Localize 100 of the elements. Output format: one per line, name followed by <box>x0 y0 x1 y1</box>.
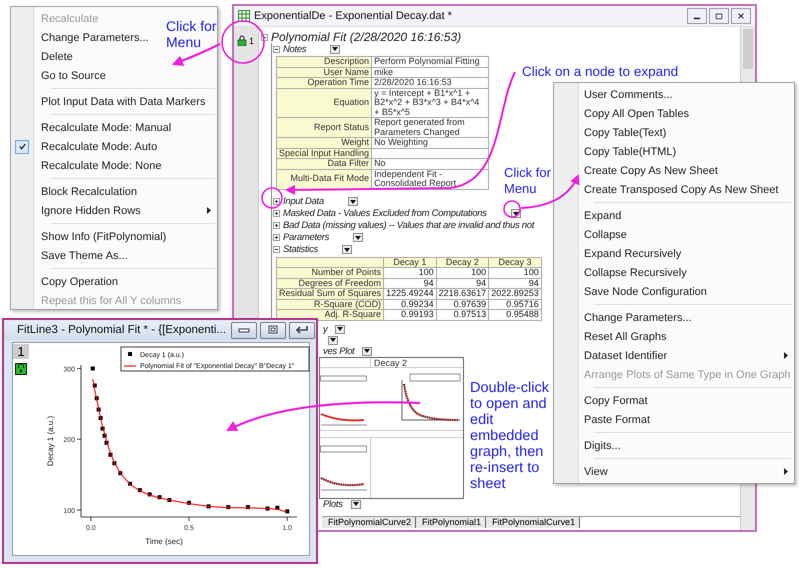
column-header: Decay 2 <box>370 358 463 368</box>
lock-icon <box>237 35 247 46</box>
column-header: Decay 1 <box>384 257 436 268</box>
expand-toggle[interactable] <box>273 234 280 241</box>
data-point <box>187 500 191 505</box>
close-button[interactable] <box>731 8 751 24</box>
menu-item[interactable]: Reset All Graphs <box>554 327 794 346</box>
row-label: Multi-Data Fit Mode <box>276 169 372 189</box>
node-label: Input Data <box>283 196 324 207</box>
menu-item[interactable]: Save Theme As... <box>11 246 132 265</box>
caret-icon <box>344 248 350 252</box>
minimize-button[interactable] <box>231 322 258 338</box>
data-point <box>94 396 99 400</box>
sheet-tab[interactable]: FitPolynomial1 <box>416 517 486 528</box>
return-arrow-icon <box>295 325 310 335</box>
menu-item[interactable]: Collapse <box>554 225 794 244</box>
data-point <box>148 492 152 496</box>
menu-item[interactable]: Dataset Identifier <box>554 346 794 365</box>
menu-item[interactable]: Plot Input Data with Data Markers <box>11 92 210 111</box>
menu-item[interactable]: Digits... <box>554 436 794 455</box>
expand-toggle[interactable] <box>273 46 280 52</box>
row-label: Weight <box>276 138 372 148</box>
row-number: 1 <box>249 36 254 46</box>
minimize-button[interactable] <box>687 8 707 24</box>
menu-item[interactable]: Expand <box>554 206 794 225</box>
caret-icon <box>350 200 356 204</box>
menu-item[interactable]: Create Copy As New Sheet <box>554 161 794 180</box>
menu-item[interactable]: Copy Format <box>554 391 794 410</box>
menu-item[interactable]: User Comments... <box>554 85 794 104</box>
dropdown-button[interactable] <box>335 324 346 334</box>
menu-item[interactable]: Copy All Open Tables <box>554 104 794 123</box>
data-point <box>102 434 107 438</box>
page-tab[interactable]: 1 <box>13 344 29 359</box>
menu-item[interactable]: Go to Source <box>11 66 110 85</box>
menu-item[interactable]: Create Transposed Copy As New Sheet <box>554 180 794 199</box>
row-label: Operation Time <box>276 78 372 88</box>
annotation-text: Double-click to open and edit embedded graph, then re-insert to sheet <box>470 380 550 492</box>
row-label: Data Filter <box>276 158 372 169</box>
data-point <box>275 506 280 510</box>
menu-item[interactable]: Copy Operation <box>11 272 122 291</box>
menu-item[interactable]: Collapse Recursively <box>554 263 794 282</box>
sheet-tab[interactable]: FitPolynomialCurve2 <box>322 517 416 528</box>
caret-icon <box>355 236 362 240</box>
close-icon <box>737 12 745 20</box>
menu-item[interactable]: Expand Recursively <box>554 244 794 263</box>
menu-item[interactable]: Block Recalculation <box>11 182 141 201</box>
menu-item[interactable]: Change Parameters... <box>554 308 794 327</box>
node-label: ves Plot <box>323 346 354 356</box>
node-label: y <box>323 324 328 334</box>
node-label: Plots <box>323 498 343 510</box>
data-point <box>104 440 109 445</box>
menu-item[interactable]: Recalculate Mode: Auto <box>11 137 162 156</box>
data-point <box>100 426 105 431</box>
data-point <box>266 506 270 511</box>
menu-item[interactable]: View <box>554 462 794 481</box>
expand-toggle[interactable] <box>273 198 280 205</box>
caret-icon <box>352 502 359 506</box>
row-label: Number of Points <box>276 268 384 278</box>
dropdown-button[interactable] <box>342 245 352 254</box>
menu-item[interactable]: Recalculate Mode: None <box>11 156 166 175</box>
dropdown-button[interactable] <box>350 500 361 508</box>
caret-icon <box>330 338 336 342</box>
menu-item[interactable]: Recalculate Mode: Manual <box>11 118 176 137</box>
data-point <box>98 416 103 420</box>
expand-toggle[interactable] <box>273 222 280 229</box>
caret-icon <box>512 212 519 216</box>
restore-icon <box>267 325 280 335</box>
menu-item[interactable]: Delete <box>11 47 77 66</box>
expand-toggle[interactable] <box>273 210 280 217</box>
menu-item[interactable]: Change Parameters... <box>11 28 153 47</box>
menu-item[interactable]: Copy Table(HTML) <box>554 142 794 161</box>
node-label: Bad Data (missing values) -- Values that are invalid and thus not <box>283 220 534 231</box>
menu-item[interactable]: Copy Table(Text) <box>554 123 794 142</box>
table-cell: y = Intercept + B1*x^1 + B2*x^2 + B3*x^3 + B4*x^4 + B5*x^5 <box>372 88 489 118</box>
data-point <box>285 509 290 514</box>
menu-item[interactable]: Show Info (FitPolynomial) <box>11 227 170 246</box>
window-title: ExponentialDe - Exponential Decay.dat * <box>254 10 452 22</box>
table-cell: mike <box>372 67 489 78</box>
data-point <box>226 505 230 510</box>
restore-button[interactable] <box>709 8 729 24</box>
annotation-text: Click on a node to expand <box>522 64 678 80</box>
dropdown-button[interactable] <box>330 44 340 54</box>
legend-marker-icon <box>128 352 132 356</box>
menu-item[interactable]: Paste Format <box>554 410 794 429</box>
return-button[interactable] <box>289 322 316 338</box>
dropdown-button[interactable] <box>353 233 364 242</box>
row-label: Description <box>276 56 372 67</box>
row-label: Report Status <box>276 118 372 138</box>
expand-toggle[interactable] <box>273 246 280 253</box>
row-label: Special Input Handling <box>276 148 372 158</box>
table-cell: 2/28/2020 16:16:53 <box>372 78 489 88</box>
dropdown-button[interactable] <box>348 197 358 206</box>
menu-item[interactable]: Ignore Hidden Rows <box>11 201 217 220</box>
restore-button[interactable] <box>260 322 286 338</box>
dropdown-button[interactable] <box>362 346 372 356</box>
dropdown-button[interactable] <box>328 336 338 344</box>
sheet-tab[interactable]: FitPolynomialCurve1 <box>486 517 580 528</box>
node-label: Parameters <box>283 232 330 243</box>
menu-item[interactable]: Save Node Configuration <box>554 282 794 301</box>
highlight-circle <box>221 20 265 64</box>
